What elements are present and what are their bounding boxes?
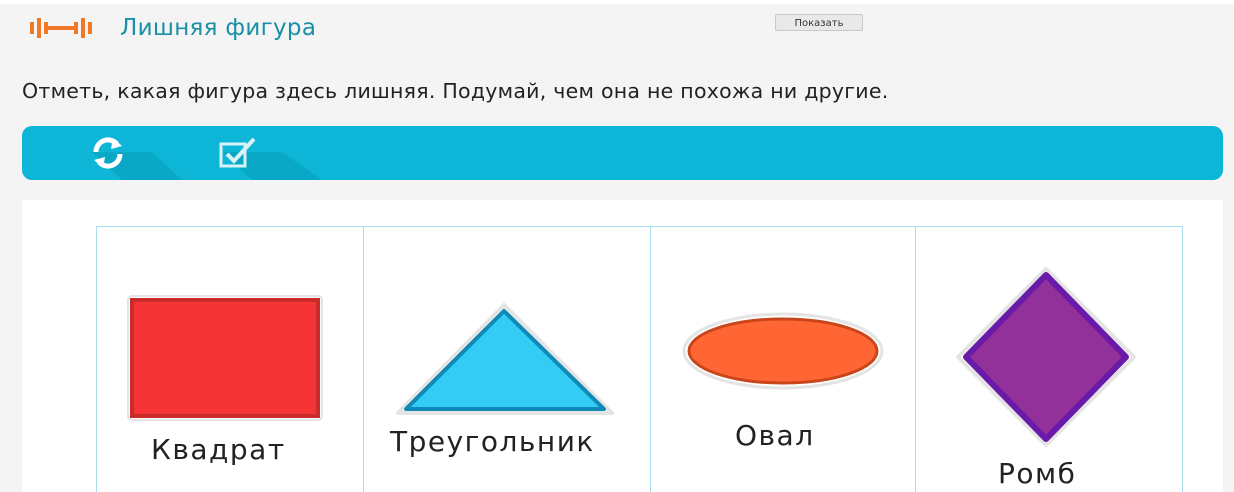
- page-title: Лишняя фигура: [120, 15, 317, 41]
- card-label: Квадрат: [151, 433, 286, 466]
- show-button[interactable]: Показать: [775, 14, 863, 31]
- card-oval[interactable]: Овал: [651, 226, 916, 492]
- exercise-page: Лишняя фигура Показать Отметь, какая фиг…: [0, 0, 1234, 492]
- triangle-shape: [396, 303, 614, 415]
- top-rule: [0, 0, 1234, 4]
- oval-shape: [682, 312, 884, 390]
- header: Лишняя фигура: [28, 14, 316, 42]
- rhombus-shape: [956, 267, 1136, 447]
- toolbar: [22, 126, 1223, 180]
- exercise-panel: Квадрат Треугольник Овал Ромб: [22, 200, 1223, 492]
- check-button[interactable]: [216, 134, 260, 172]
- refresh-icon: [93, 137, 123, 169]
- shape-cards: Квадрат Треугольник Овал Ромб: [96, 226, 1183, 492]
- card-rhombus[interactable]: Ромб: [916, 226, 1183, 492]
- card-label: Ромб: [998, 457, 1077, 490]
- card-square[interactable]: Квадрат: [97, 226, 364, 492]
- card-triangle[interactable]: Треугольник: [364, 226, 651, 492]
- toolbar-shadow-decoration: [92, 152, 322, 180]
- card-label: Овал: [735, 419, 815, 452]
- checkbox-check-icon: [219, 137, 256, 168]
- card-label: Треугольник: [390, 425, 595, 458]
- orange-dumbbell-logo-icon: [30, 18, 92, 38]
- instruction-text: Отметь, какая фигура здесь лишняя. Подум…: [22, 79, 889, 103]
- reset-button[interactable]: [86, 134, 130, 172]
- square-shape: [127, 295, 323, 421]
